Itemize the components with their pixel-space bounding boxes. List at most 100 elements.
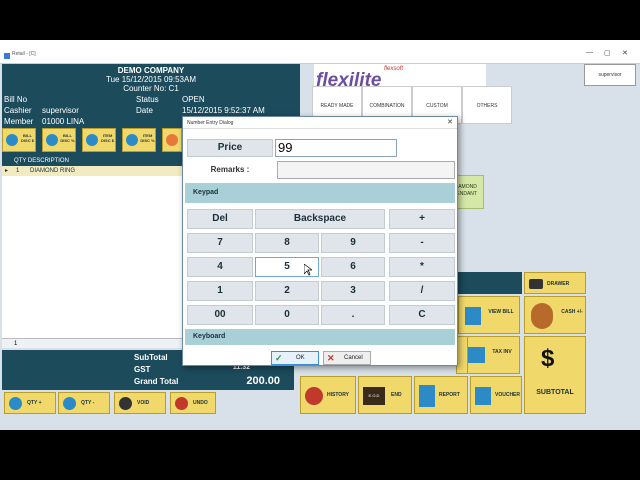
key-0[interactable]: 0 <box>255 305 319 325</box>
undo-icon <box>175 397 188 410</box>
bill-disc-percent-button[interactable]: BILL DISC % <box>42 128 76 152</box>
price-input[interactable]: 99 <box>275 139 397 157</box>
number-entry-dialog: Number Entry Dialog ✕ Price 99 Remarks :… <box>182 116 458 366</box>
cash-label: CASH +/- <box>561 309 583 315</box>
undo-button[interactable]: UNDO <box>170 392 216 414</box>
voucher-icon <box>475 387 491 405</box>
row-description: DIAMOND RING <box>30 168 75 174</box>
bill-disc-percent-label: BILL DISC % <box>60 133 75 143</box>
date-label: Date <box>136 106 153 115</box>
window-title: Retail - [C] <box>12 51 36 57</box>
user-button[interactable]: supervisor <box>584 64 636 86</box>
counter-number: Counter No: C1 <box>123 84 179 93</box>
member-label: Member <box>4 117 34 126</box>
item-row-index: 1 <box>2 338 182 348</box>
cancel-button[interactable]: ✕ Cancel <box>323 351 371 365</box>
action-panel-bar <box>456 272 522 294</box>
key-plus[interactable]: + <box>389 209 455 229</box>
qty-minus-label: QTY - <box>81 400 95 406</box>
report-label: REPORT <box>439 392 460 398</box>
x-icon: ✕ <box>327 353 335 363</box>
grand-total-label: Grand Total <box>134 377 179 386</box>
view-bill-button[interactable]: VIEW BILL <box>458 296 520 334</box>
item-disc-amount-label: ITEM DISC $ <box>101 133 114 143</box>
history-label: HISTORY <box>327 392 349 398</box>
drawer-icon <box>529 279 543 289</box>
app-icon <box>4 53 10 59</box>
voucher-button[interactable]: VOUCHER <box>470 376 522 414</box>
back-arrow-icon <box>305 387 323 405</box>
gst-label: GST <box>134 365 151 374</box>
status-label: Status <box>136 95 159 104</box>
item-disc-percent-button[interactable]: ITEM DISC % <box>122 128 156 152</box>
void-button[interactable]: VOID <box>114 392 166 414</box>
restore-button[interactable]: ▢ <box>604 49 611 57</box>
key-8[interactable]: 8 <box>255 233 319 253</box>
key-00[interactable]: 00 <box>187 305 253 325</box>
table-row[interactable]: ▸ 1 DIAMOND RING <box>2 166 182 176</box>
item-disc-amount-button[interactable]: ITEM DISC $ <box>82 128 116 152</box>
key-backspace[interactable]: Backspace <box>255 209 385 229</box>
history-button[interactable]: HISTORY <box>300 376 356 414</box>
subtotal-button[interactable]: $ SUBTOTAL <box>524 336 586 414</box>
minus-icon <box>63 397 76 410</box>
company-name: DEMO COMPANY <box>117 66 185 75</box>
report-button[interactable]: REPORT <box>414 376 468 414</box>
qty-plus-button[interactable]: QTY + <box>4 392 56 414</box>
tax-invoice-label: TAX INV <box>492 349 512 355</box>
discount-icon <box>46 134 58 146</box>
minimize-button[interactable]: — <box>586 49 593 56</box>
qty-minus-button[interactable]: QTY - <box>58 392 110 414</box>
key-7[interactable]: 7 <box>187 233 253 253</box>
row-qty: 1 <box>16 168 20 174</box>
check-icon: ✓ <box>275 353 283 363</box>
cash-icon <box>531 303 553 329</box>
category-others[interactable]: OTHERS <box>462 86 512 124</box>
keyboard-section-header[interactable]: Keyboard <box>185 329 455 345</box>
voucher-label: VOUCHER <box>495 392 521 398</box>
bill-disc-amount-label: BILL DISC $ <box>21 133 34 143</box>
drawer-button[interactable]: DRAWER <box>524 272 586 294</box>
status-value: OPEN <box>182 95 205 104</box>
window-titlebar: Retail - [C] — ▢ ✕ <box>0 40 640 64</box>
key-divide[interactable]: / <box>389 281 455 301</box>
cashier-label: Cashier <box>4 106 32 115</box>
printer-icon <box>467 347 485 363</box>
key-clear[interactable]: C <box>389 305 455 325</box>
row-marker: ▸ <box>5 168 9 174</box>
key-3[interactable]: 3 <box>321 281 385 301</box>
key-multiply[interactable]: * <box>389 257 455 277</box>
bill-disc-amount-button[interactable]: BILL DISC $ <box>2 128 36 152</box>
keypad-section-header: Keypad <box>185 183 455 203</box>
remarks-label: Remarks : <box>210 165 250 174</box>
dialog-title: Number Entry Dialog <box>183 117 457 129</box>
qty-plus-label: QTY + <box>27 400 42 406</box>
remarks-input[interactable] <box>277 161 455 179</box>
date-value: 15/12/2015 9:52:37 AM <box>182 106 265 115</box>
item-disc-percent-label: ITEM DISC % <box>140 133 155 143</box>
extra-function-button[interactable] <box>162 128 182 152</box>
view-bill-label: VIEW BILL <box>488 309 514 315</box>
key-2[interactable]: 2 <box>255 281 319 301</box>
key-6[interactable]: 6 <box>321 257 385 277</box>
member-value: 01000 LINA <box>42 117 85 126</box>
key-minus[interactable]: - <box>389 233 455 253</box>
discount-icon <box>6 134 18 146</box>
header-datetime: Tue 15/12/2015 09:53AM <box>106 75 196 84</box>
ok-button[interactable]: ✓ OK <box>271 351 319 365</box>
grand-total-value: 200.00 <box>246 375 280 387</box>
close-button[interactable]: ✕ <box>622 49 628 57</box>
dialog-close-button[interactable]: ✕ <box>447 118 453 126</box>
mouse-cursor-icon <box>304 264 312 276</box>
key-9[interactable]: 9 <box>321 233 385 253</box>
key-del[interactable]: Del <box>187 209 253 229</box>
end-of-day-label: END <box>391 392 402 398</box>
key-dot[interactable]: . <box>321 305 385 325</box>
bill-icon <box>465 307 481 325</box>
key-1[interactable]: 1 <box>187 281 253 301</box>
end-of-day-button[interactable]: E.O.D END <box>358 376 412 414</box>
dollar-icon: $ <box>541 345 555 372</box>
key-4[interactable]: 4 <box>187 257 253 277</box>
cash-button[interactable]: CASH +/- <box>524 296 586 334</box>
item-list-area[interactable] <box>2 176 182 338</box>
